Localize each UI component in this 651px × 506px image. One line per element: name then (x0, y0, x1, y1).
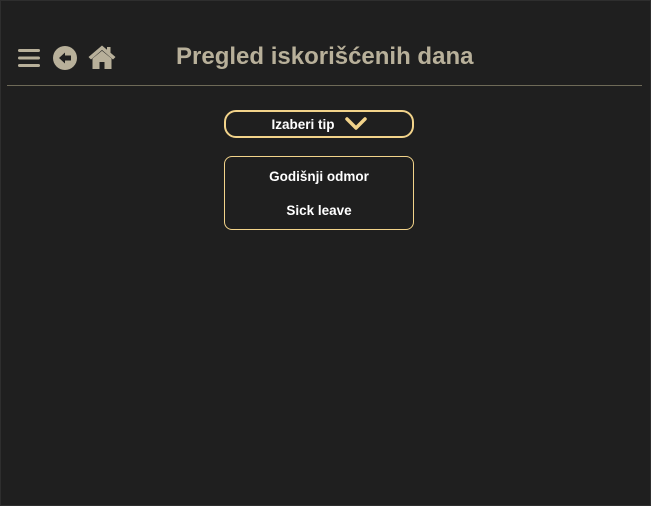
type-dropdown-menu: Godišnji odmor Sick leave (224, 156, 414, 230)
type-select[interactable]: Izaberi tip (224, 110, 414, 138)
home-icon[interactable] (87, 44, 117, 70)
option-sick-leave[interactable]: Sick leave (225, 203, 413, 218)
chevron-down-icon (344, 117, 367, 130)
page-title: Pregled iskorišćenih dana (176, 43, 474, 70)
back-arrow-icon[interactable] (53, 46, 77, 70)
menu-icon[interactable] (17, 46, 41, 70)
option-godisnji-odmor[interactable]: Godišnji odmor (225, 169, 413, 184)
app-frame: Pregled iskorišćenih dana Izaberi tip Go… (0, 0, 651, 506)
top-bar: Pregled iskorišćenih dana (7, 31, 642, 86)
type-select-label: Izaberi tip (271, 116, 335, 132)
